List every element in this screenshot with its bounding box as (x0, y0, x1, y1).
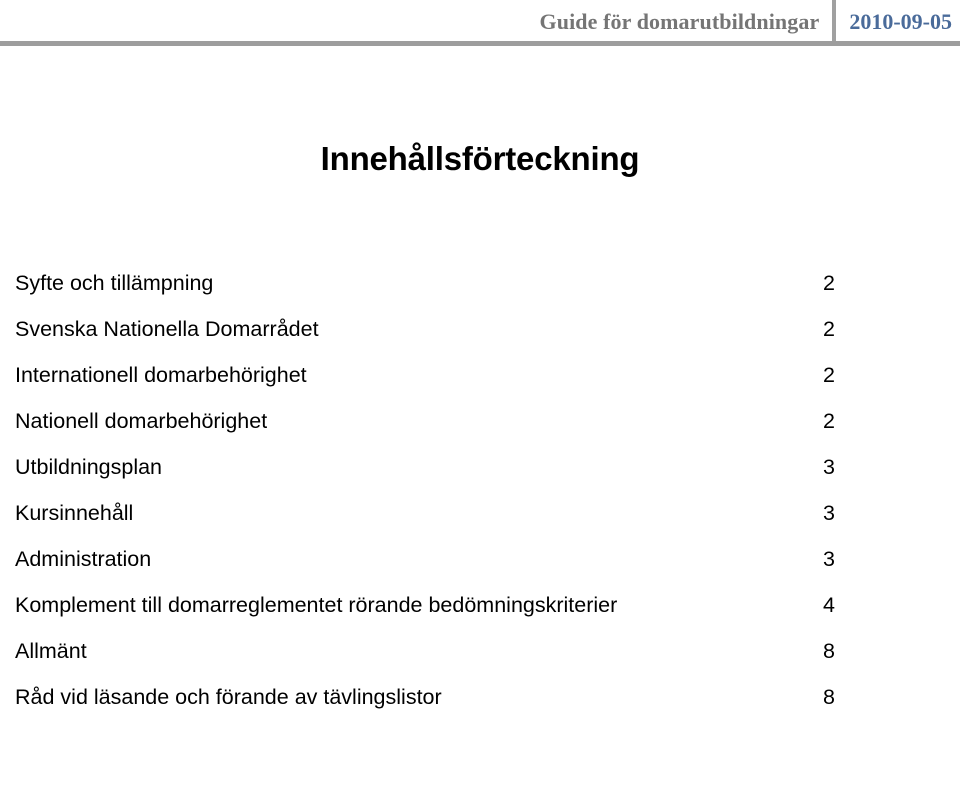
toc-entry-label: Svenska Nationella Domarrådet (15, 317, 319, 341)
toc-entry-label: Kursinnehåll (15, 501, 134, 525)
toc-entry-label: Administration (15, 547, 152, 571)
toc-entry-page: 3 (823, 547, 835, 571)
header-document-title: Guide för domarutbildningar (539, 9, 820, 34)
toc-entry[interactable]: Allmänt 8 (15, 628, 835, 674)
header-date: 2010-09-05 (849, 9, 952, 34)
toc-entry-page: 8 (823, 685, 835, 709)
toc-entry-page: 8 (823, 639, 835, 663)
toc-entry[interactable]: Komplement till domarreglementet rörande… (15, 582, 835, 628)
page-running-header: Guide för domarutbildningar 2010-09-05 (0, 0, 960, 47)
header-content: Guide för domarutbildningar 2010-09-05 (539, 0, 952, 42)
toc-entry[interactable]: Nationell domarbehörighet 2 (15, 398, 835, 444)
toc-entry[interactable]: Syfte och tillämpning 2 (15, 260, 835, 306)
toc-entry-label: Internationell domarbehörighet (15, 363, 307, 387)
toc-entry-page: 3 (823, 455, 835, 479)
toc-entry-page: 2 (823, 363, 835, 387)
toc-entry-label: Syfte och tillämpning (15, 271, 214, 295)
toc-entry[interactable]: Internationell domarbehörighet 2 (15, 352, 835, 398)
toc-entry[interactable]: Svenska Nationella Domarrådet 2 (15, 306, 835, 352)
toc-entry-page: 2 (823, 317, 835, 341)
toc-entry[interactable]: Kursinnehåll 3 (15, 490, 835, 536)
toc-entry-label: Råd vid läsande och förande av tävlingsl… (15, 685, 442, 709)
toc-entry-label: Komplement till domarreglementet rörande… (15, 593, 618, 617)
toc-entry-page: 2 (823, 409, 835, 433)
toc-entry-label: Nationell domarbehörighet (15, 409, 268, 433)
page-title: Innehållsförteckning (320, 140, 640, 177)
toc-entry[interactable]: Råd vid läsande och förande av tävlingsl… (15, 674, 835, 720)
table-of-contents: Syfte och tillämpning 2 Svenska Nationel… (15, 260, 835, 720)
toc-entry-page: 3 (823, 501, 835, 525)
toc-entry-label: Utbildningsplan (15, 455, 163, 479)
toc-entry-page: 2 (823, 271, 835, 295)
toc-entry-page: 4 (823, 593, 835, 617)
toc-entry-label: Allmänt (15, 639, 87, 663)
header-horizontal-rule (0, 41, 960, 46)
toc-entry[interactable]: Administration 3 (15, 536, 835, 582)
toc-entry[interactable]: Utbildningsplan 3 (15, 444, 835, 490)
